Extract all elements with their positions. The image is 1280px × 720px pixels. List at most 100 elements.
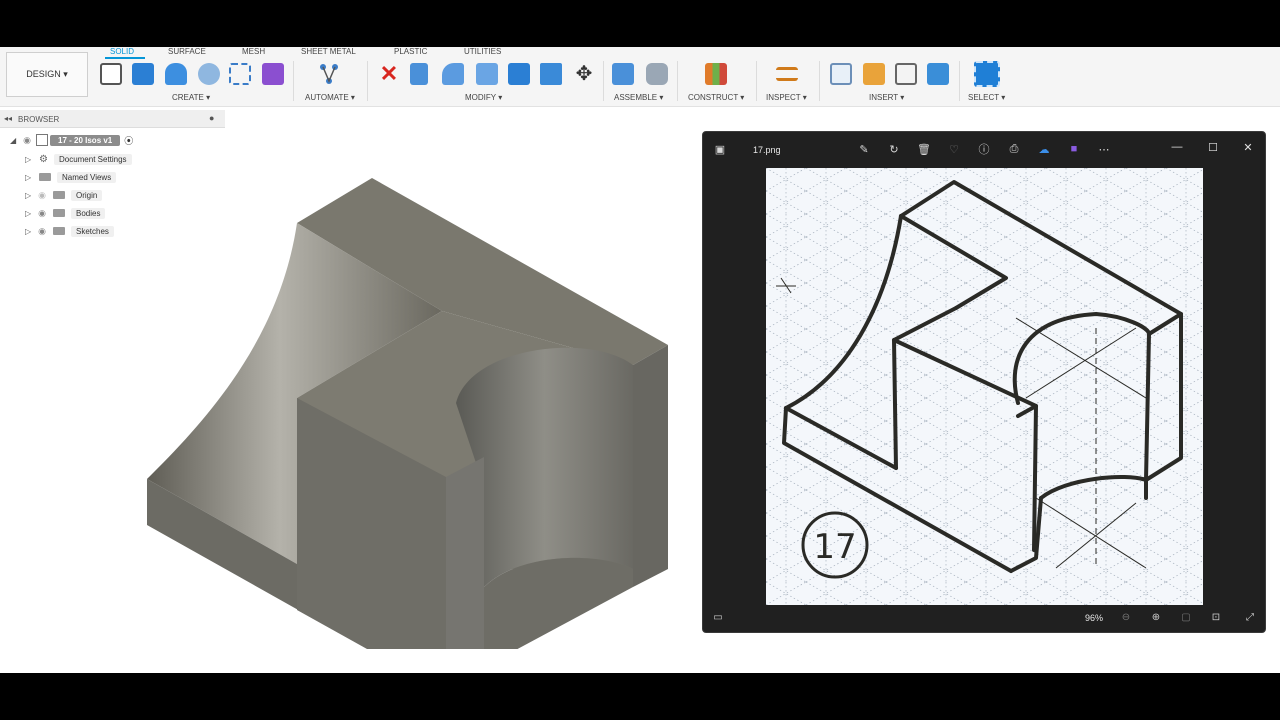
- tab-utilities[interactable]: UTILITIES: [464, 47, 501, 56]
- tab-solid[interactable]: SOLID: [110, 47, 134, 56]
- fillet-icon[interactable]: [442, 63, 464, 85]
- fit-to-window-icon[interactable]: ▢: [1179, 610, 1193, 624]
- create-menu[interactable]: CREATE ▾: [172, 93, 210, 102]
- offset-plane-icon[interactable]: [705, 63, 727, 85]
- folder-icon: [53, 209, 65, 217]
- chamfer-icon[interactable]: [476, 63, 498, 85]
- modify-menu[interactable]: MODIFY ▾: [465, 93, 502, 102]
- delete-icon[interactable]: ✕: [378, 63, 400, 85]
- toolbar-separator: [756, 61, 757, 101]
- toolbar-separator: [367, 61, 368, 101]
- active-tab-indicator: [105, 57, 145, 59]
- automate-icon[interactable]: [318, 63, 340, 85]
- viewport-3d-model[interactable]: [140, 129, 680, 649]
- toolbar-separator: [293, 61, 294, 101]
- press-pull-icon[interactable]: [410, 63, 428, 85]
- visibility-eye-icon[interactable]: ◉: [35, 206, 49, 220]
- toolbar-separator: [677, 61, 678, 101]
- workspace-switcher-button[interactable]: DESIGN ▾: [6, 52, 88, 97]
- viewer-filename: 17.png: [753, 145, 781, 155]
- revolve-icon[interactable]: [165, 63, 187, 85]
- info-icon[interactable]: ⓘ: [977, 142, 991, 156]
- browser-item-label: Sketches: [71, 225, 114, 237]
- expand-arrow-icon[interactable]: ▷: [25, 173, 35, 182]
- actual-size-icon[interactable]: ⊡: [1209, 610, 1223, 624]
- expand-arrow-icon[interactable]: ▷: [25, 227, 35, 236]
- isometric-drawing-image: 17: [766, 168, 1203, 605]
- filmstrip-icon[interactable]: ▭: [711, 610, 725, 624]
- visibility-eye-icon[interactable]: ◉: [35, 188, 49, 202]
- expand-arrow-icon[interactable]: ▷: [25, 191, 35, 200]
- collapse-browser-icon[interactable]: ◂◂: [4, 114, 12, 123]
- insert-derive-icon[interactable]: [830, 63, 852, 85]
- tab-surface[interactable]: SURFACE: [168, 47, 206, 56]
- clipchamp-icon[interactable]: ■: [1067, 142, 1081, 156]
- close-button[interactable]: ✕: [1238, 138, 1258, 156]
- select-menu[interactable]: SELECT ▾: [968, 93, 1005, 102]
- favorite-heart-icon[interactable]: ♡: [947, 142, 961, 156]
- browser-item-bodies[interactable]: ▷ ◉ Bodies: [25, 206, 106, 220]
- browser-title: BROWSER: [18, 115, 60, 124]
- browser-root-row[interactable]: ◢ ◉ 17 - 20 Isos v1 ⦿: [10, 133, 133, 147]
- expand-arrow-icon[interactable]: ▷: [25, 155, 35, 164]
- create-sketch-icon[interactable]: [100, 63, 122, 85]
- photos-app-icon: ▣: [714, 143, 726, 156]
- tab-plastic[interactable]: PLASTIC: [394, 47, 427, 56]
- toolbar: DESIGN ▾ SOLID SURFACE MESH SHEET METAL …: [0, 47, 1280, 107]
- folder-icon: [53, 227, 65, 235]
- select-icon[interactable]: [974, 61, 1000, 87]
- toolbar-separator: [603, 61, 604, 101]
- component-icon: [36, 134, 48, 146]
- browser-item-label: Bodies: [71, 207, 106, 219]
- browser-item-named-views[interactable]: ▷ Named Views: [25, 170, 117, 184]
- browser-item-sketches[interactable]: ▷ ◉ Sketches: [25, 224, 114, 238]
- zoom-in-icon[interactable]: ⊕: [1149, 610, 1163, 624]
- browser-header: ◂◂ BROWSER ●: [0, 110, 225, 128]
- onedrive-icon[interactable]: ☁: [1037, 142, 1051, 156]
- rotate-icon[interactable]: ↻: [887, 142, 901, 156]
- expand-arrow-icon[interactable]: ▷: [25, 209, 35, 218]
- browser-item-document-settings[interactable]: ▷ ⚙ Document Settings: [25, 152, 132, 166]
- combine-icon[interactable]: [540, 63, 562, 85]
- fusion-window: DESIGN ▾ SOLID SURFACE MESH SHEET METAL …: [0, 47, 1280, 673]
- new-component-icon[interactable]: [612, 63, 634, 85]
- construct-menu[interactable]: CONSTRUCT ▾: [688, 93, 744, 102]
- inspect-menu[interactable]: INSPECT ▾: [766, 93, 807, 102]
- activate-radio-icon[interactable]: ⦿: [124, 134, 133, 147]
- move-icon[interactable]: ✥: [573, 63, 595, 85]
- browser-item-origin[interactable]: ▷ ◉ Origin: [25, 188, 103, 202]
- pattern-icon[interactable]: [229, 63, 251, 85]
- shell-icon[interactable]: [508, 63, 530, 85]
- more-options-icon[interactable]: ⋯: [1097, 142, 1111, 156]
- full-screen-icon[interactable]: ⤢: [1243, 610, 1257, 624]
- visibility-eye-icon[interactable]: ◉: [20, 133, 34, 147]
- browser-root-label[interactable]: 17 - 20 Isos v1: [50, 134, 121, 146]
- tab-mesh[interactable]: MESH: [242, 47, 265, 56]
- delete-icon[interactable]: 🗑: [917, 142, 931, 156]
- create-form-icon[interactable]: [262, 63, 284, 85]
- canvas-image-icon[interactable]: [927, 63, 949, 85]
- insert-menu[interactable]: INSERT ▾: [869, 93, 904, 102]
- extrude-icon[interactable]: [132, 63, 154, 85]
- insert-svg-icon[interactable]: [863, 63, 885, 85]
- joint-icon[interactable]: [646, 63, 668, 85]
- maximize-button[interactable]: ☐: [1203, 138, 1223, 156]
- zoom-level: 96%: [1085, 613, 1104, 623]
- minimize-button[interactable]: —: [1167, 138, 1187, 156]
- folder-icon: [53, 191, 65, 199]
- assemble-menu[interactable]: ASSEMBLE ▾: [614, 93, 663, 102]
- hole-icon[interactable]: [198, 63, 220, 85]
- browser-pin-icon[interactable]: ●: [209, 113, 214, 123]
- drawing-number: 17: [813, 527, 856, 567]
- zoom-out-icon[interactable]: ⊖: [1119, 610, 1133, 624]
- print-icon[interactable]: ⎙: [1007, 142, 1021, 156]
- toolbar-separator: [959, 61, 960, 101]
- automate-menu[interactable]: AUTOMATE ▾: [305, 93, 355, 102]
- measure-icon[interactable]: [776, 67, 798, 81]
- visibility-eye-icon[interactable]: ◉: [35, 224, 49, 238]
- tab-sheet-metal[interactable]: SHEET METAL: [301, 47, 356, 56]
- edit-image-icon[interactable]: ✎: [857, 142, 871, 156]
- insert-mesh-icon[interactable]: [895, 63, 917, 85]
- browser-item-label: Document Settings: [53, 153, 132, 165]
- expand-arrow-icon[interactable]: ◢: [10, 136, 20, 145]
